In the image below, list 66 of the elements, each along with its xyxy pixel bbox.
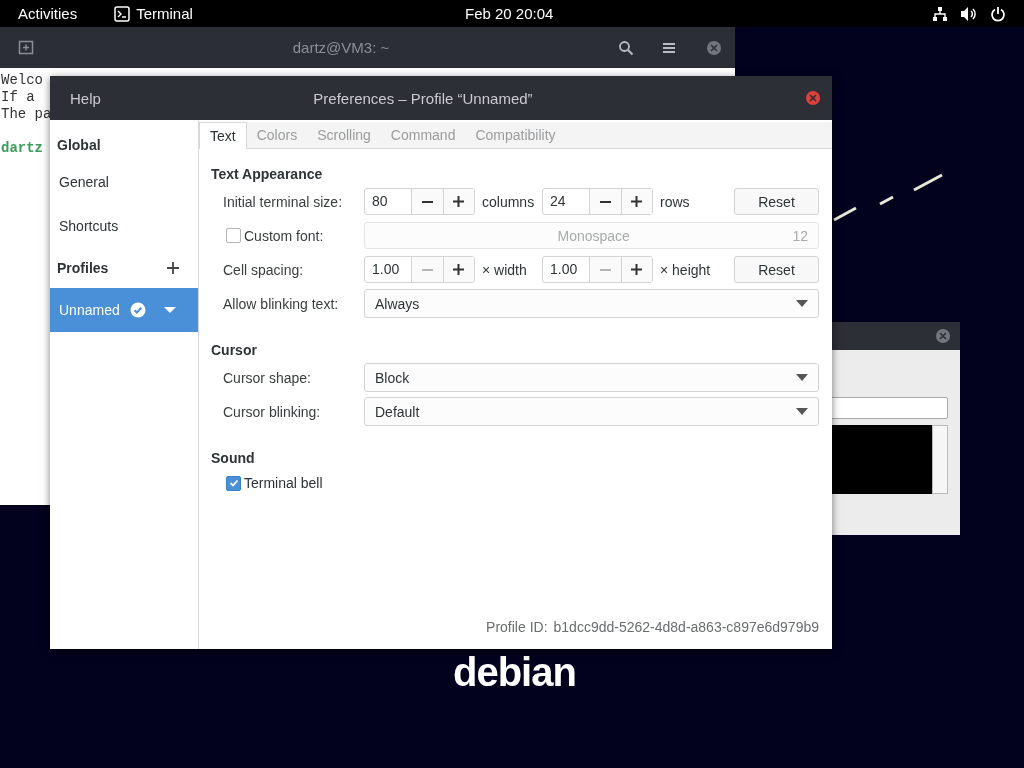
app-menu[interactable]: Terminal [136,5,193,22]
terminal-line: If a [1,89,35,106]
dropdown[interactable]: Default [364,397,819,426]
wallpaper-logo-text: debian [453,652,576,692]
scrollbar[interactable] [932,425,948,494]
plus-icon[interactable] [453,196,465,207]
plus-icon[interactable] [631,196,643,207]
dropdown-arrow-icon [796,300,808,307]
terminal-line: Welco [1,72,43,89]
profile-name: Unnamed [59,302,120,318]
field-label: Cell spacing: [223,261,305,278]
unit-label: rows [659,193,691,210]
new-tab-icon[interactable] [18,39,34,56]
checkbox[interactable] [226,475,241,491]
close-icon[interactable] [935,328,951,344]
window-title: dartz@VM3: ~ [291,39,391,56]
dropdown-arrow-icon [796,408,808,415]
checkbox-label: Custom font: [244,227,324,244]
clock[interactable]: Feb 20 20:04 [465,5,554,22]
section-heading: Cursor [211,341,258,360]
spin-button[interactable]: 80 [364,188,475,215]
reset-button[interactable]: Reset [734,256,819,283]
checkbox-label: Terminal bell [244,475,323,491]
tab[interactable]: Text [199,122,247,149]
minus-icon[interactable] [421,200,433,203]
field-label: Cursor shape: [223,369,312,386]
profile-id-label: Profile ID: [486,619,548,635]
sidebar-item[interactable]: General [50,160,198,204]
help-menu[interactable]: Help [70,89,101,107]
spin-button[interactable]: 24 [542,188,653,215]
dropdown-arrow-icon[interactable] [163,306,176,314]
minus-icon[interactable] [599,200,611,203]
close-icon[interactable] [706,39,722,56]
unit-label: columns [481,193,536,210]
field-label: Allow blinking text: [223,295,340,312]
terminal-icon [114,5,131,22]
close-icon[interactable] [805,90,821,106]
power-icon[interactable] [990,5,1006,22]
reset-button[interactable]: Reset [734,188,819,215]
profile-id-value: b1dcc9dd-5262-4d8d-a863-c897e6d979b9 [553,619,819,635]
plus-icon[interactable] [453,264,465,275]
unit-label: × height [659,261,712,278]
dropdown-arrow-icon [796,374,808,381]
sidebar-item[interactable]: Shortcuts [50,204,198,248]
network-icon[interactable] [932,5,948,22]
sidebar-heading: Profiles [57,260,109,276]
field-label: Initial terminal size: [223,193,344,210]
volume-icon[interactable] [960,5,978,22]
section-heading: Sound [211,449,256,468]
add-icon[interactable] [167,262,179,274]
section-heading: Text Appearance [211,165,324,184]
sidebar-heading: Global [56,136,102,155]
dropdown[interactable]: Block [364,363,819,392]
plus-icon[interactable] [631,264,643,275]
terminal-line: The pa [1,106,52,123]
spin-button[interactable]: 1.00 [364,256,475,283]
dropdown[interactable]: Always [364,289,819,318]
menu-icon[interactable] [662,41,676,54]
window-title: Preferences – Profile “Unnamed” [312,89,534,107]
terminal-prompt: dartz [1,140,43,157]
check-icon [228,478,239,488]
field-label: Cursor blinking: [223,403,322,420]
activities-button[interactable]: Activities [18,5,78,22]
spin-button[interactable]: 1.00 [542,256,653,283]
unit-label: × width [481,261,528,278]
search-icon[interactable] [618,39,634,56]
